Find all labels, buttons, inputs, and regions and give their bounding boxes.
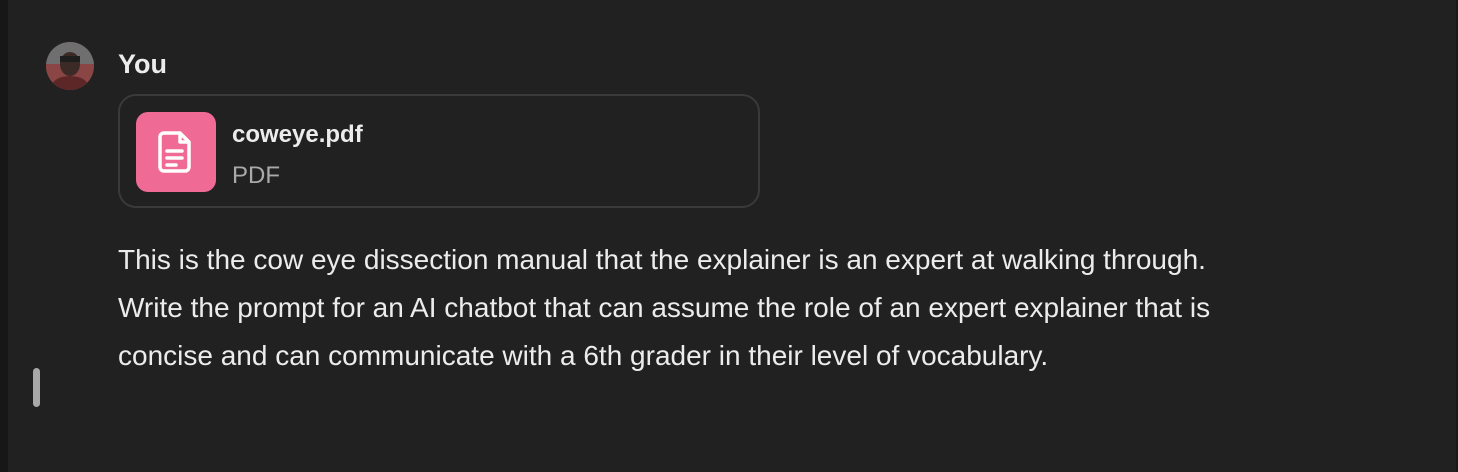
message-author: You <box>118 49 167 79</box>
message-text: This is the cow eye dissection manual th… <box>118 244 1211 371</box>
user-photo-icon <box>46 42 94 90</box>
sidebar-edge <box>0 0 8 472</box>
file-attachment-card[interactable]: coweye.pdf PDF <box>118 94 760 208</box>
file-name: coweye.pdf <box>232 121 363 148</box>
avatar[interactable] <box>46 42 94 90</box>
sidebar-resize-handle[interactable] <box>33 368 40 407</box>
document-icon <box>136 112 216 192</box>
file-type: PDF <box>232 162 280 189</box>
